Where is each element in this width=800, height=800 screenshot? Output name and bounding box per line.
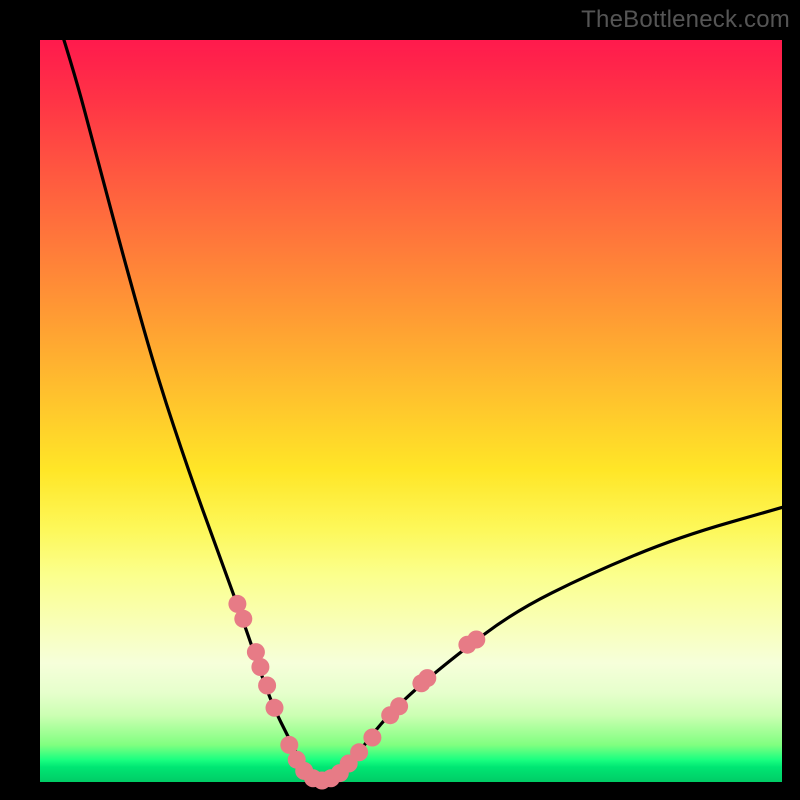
curve-marker <box>266 699 284 717</box>
curve-marker <box>363 729 381 747</box>
bottleneck-curve <box>40 0 782 780</box>
curve-marker <box>390 697 408 715</box>
chart-svg <box>0 0 800 800</box>
chart-frame: TheBottleneck.com <box>0 0 800 800</box>
curve-marker <box>418 669 436 687</box>
curve-marker <box>258 677 276 695</box>
curve-marker <box>251 658 269 676</box>
curve-marker <box>234 610 252 628</box>
curve-markers <box>228 595 485 790</box>
curve-marker <box>467 631 485 649</box>
curve-marker <box>350 743 368 761</box>
watermark-text: TheBottleneck.com <box>581 6 790 34</box>
